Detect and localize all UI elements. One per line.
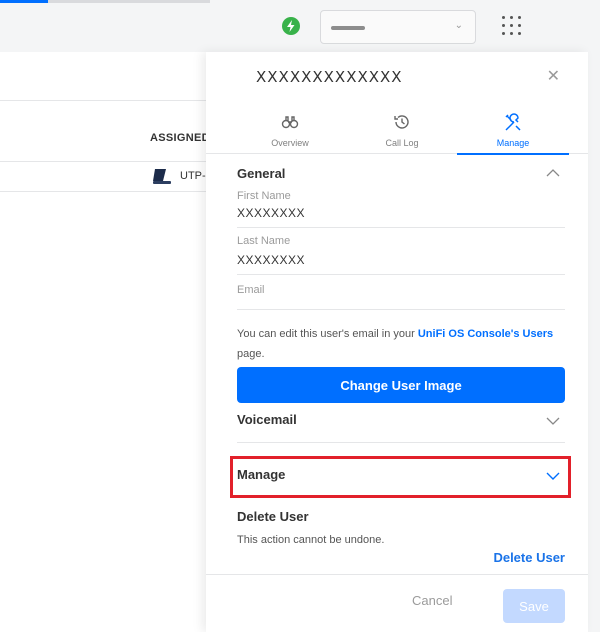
users-table: ASSIGNED UTP- <box>0 52 210 632</box>
top-progress-accent <box>0 0 48 3</box>
tab-manage[interactable]: Manage <box>457 106 569 155</box>
desk-phone-icon <box>153 169 171 184</box>
panel-title: XXXXXXXXXXXXX <box>256 68 403 86</box>
top-bar: ⌄ <box>0 0 600 52</box>
last-name-label: Last Name <box>237 235 291 247</box>
email-hint-suffix: page. <box>237 348 265 360</box>
first-name-label: First Name <box>237 190 291 202</box>
user-details-panel: XXXXXXXXXXXXX ✕ Overview Call Log Manage… <box>206 52 588 632</box>
delete-user-description: This action cannot be undone. <box>237 534 385 546</box>
history-icon <box>346 112 458 137</box>
tab-label: Manage <box>496 138 530 148</box>
section-voicemail-heading[interactable]: Voicemail <box>237 412 297 427</box>
delete-user-heading: Delete User <box>237 509 309 524</box>
field-underline <box>237 274 565 275</box>
panel-content: General First Name XXXXXXXX Last Name XX… <box>206 154 588 574</box>
chevron-up-icon[interactable] <box>546 168 560 178</box>
top-progress-track <box>48 0 210 3</box>
site-selector[interactable]: ⌄ <box>320 10 476 44</box>
binoculars-icon <box>234 112 346 137</box>
column-header-assigned: ASSIGNED <box>150 132 210 144</box>
tab-overview[interactable]: Overview <box>234 106 346 154</box>
field-underline <box>237 227 565 228</box>
panel-tabs: Overview Call Log Manage <box>206 106 588 155</box>
close-icon[interactable]: ✕ <box>547 66 560 86</box>
chevron-down-icon[interactable] <box>546 416 560 426</box>
last-name-field[interactable]: XXXXXXXX <box>237 253 305 267</box>
cancel-button[interactable]: Cancel <box>412 593 452 608</box>
first-name-field[interactable]: XXXXXXXX <box>237 206 305 220</box>
section-divider <box>237 442 565 443</box>
lightning-bolt-icon[interactable] <box>282 17 300 35</box>
section-general-heading: General <box>237 166 286 181</box>
email-field[interactable]: Email <box>237 284 265 296</box>
table-row[interactable] <box>0 162 210 192</box>
device-name: UTP- <box>180 170 206 182</box>
table-header <box>0 100 210 162</box>
save-button[interactable]: Save <box>503 589 565 623</box>
panel-footer: Cancel Save <box>206 574 588 632</box>
email-hint: You can edit this user's email in your U… <box>237 324 567 364</box>
apps-grid-icon[interactable] <box>502 16 522 36</box>
tools-icon <box>457 112 569 139</box>
email-hint-text: You can edit this user's email in your <box>237 328 418 340</box>
site-selector-value <box>331 26 365 30</box>
field-underline <box>237 309 565 310</box>
delete-user-link[interactable]: Delete User <box>493 550 565 565</box>
change-user-image-button[interactable]: Change User Image <box>237 367 565 403</box>
tab-label: Call Log <box>385 138 419 148</box>
chevron-down-icon[interactable] <box>546 471 560 481</box>
tab-label: Overview <box>271 138 309 148</box>
chevron-down-icon: ⌄ <box>454 20 463 31</box>
tab-call-log[interactable]: Call Log <box>346 106 458 154</box>
console-users-link[interactable]: UniFi OS Console's Users <box>418 328 553 340</box>
section-manage-heading[interactable]: Manage <box>237 467 285 482</box>
